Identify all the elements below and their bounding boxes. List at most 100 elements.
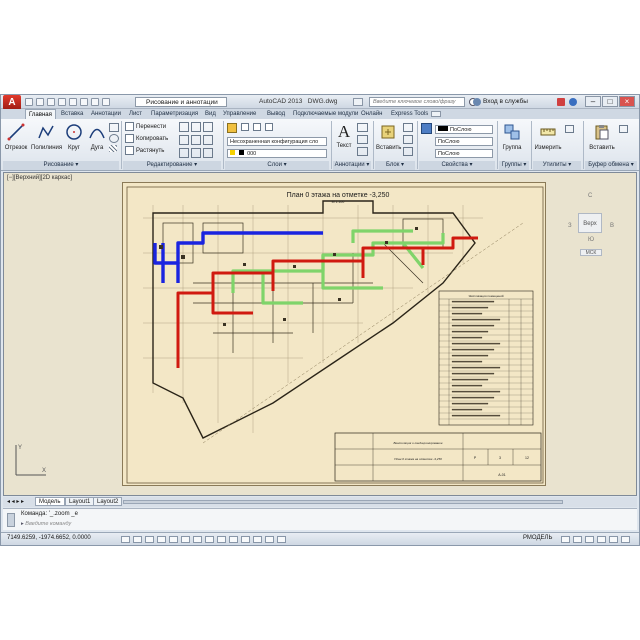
viewport-controls[interactable]: [−][Верхний][2D каркас] xyxy=(7,175,72,181)
exchange-icon[interactable] xyxy=(557,98,565,106)
layer-icon[interactable] xyxy=(253,123,261,131)
edit-block-icon[interactable] xyxy=(403,135,413,144)
undo-icon[interactable] xyxy=(80,98,88,106)
layers-panel-label[interactable]: Слои ▾ xyxy=(225,161,329,170)
quick-view-layouts-icon[interactable] xyxy=(561,536,570,543)
horizontal-scrollbar[interactable] xyxy=(123,500,563,504)
tab-insert[interactable]: Вставка xyxy=(61,109,83,119)
trim-icon[interactable] xyxy=(191,122,201,132)
linetype-select[interactable]: ПоСлою xyxy=(435,149,493,158)
insert-block-button[interactable]: Вставить xyxy=(376,121,401,157)
command-input[interactable]: ▸ Введите команду xyxy=(21,521,321,529)
arc-tool-button[interactable]: Дуга xyxy=(87,121,107,157)
stretch-button[interactable]: Растянуть xyxy=(125,146,164,155)
clean-screen-icon[interactable] xyxy=(621,536,630,543)
tab-parametric[interactable]: Параметризация xyxy=(151,109,198,119)
draw-panel-label[interactable]: Рисование ▾ xyxy=(3,161,119,170)
copy-clip-icon[interactable] xyxy=(619,125,628,133)
group-button[interactable]: Группа xyxy=(500,121,524,157)
tab-navigation-arrows[interactable]: ◂ ◂ ▸ ▸ xyxy=(7,498,24,505)
maximize-button[interactable]: □ xyxy=(602,96,618,107)
model-space-toggle[interactable]: РМОДЕЛЬ xyxy=(523,535,552,541)
line-tool-button[interactable]: Отрезок xyxy=(4,121,28,157)
modify-panel-label[interactable]: Редактирование ▾ xyxy=(123,161,221,170)
application-menu-button[interactable]: A xyxy=(3,95,21,110)
tab-model[interactable]: Модель xyxy=(35,497,65,506)
offset-icon[interactable] xyxy=(203,148,213,158)
color-select[interactable]: ПоСлою xyxy=(435,125,493,134)
selection-cycling-icon[interactable] xyxy=(277,536,286,543)
tab-view[interactable]: Вид xyxy=(205,109,216,119)
layer-icon[interactable] xyxy=(265,123,273,131)
leader-icon[interactable] xyxy=(357,135,368,144)
object-snap-tracking-icon[interactable] xyxy=(205,536,214,543)
lineweight-icon[interactable] xyxy=(241,536,250,543)
drawing-sheet[interactable]: План 0 этажа на отметке -3,250 М 1:100 Э… xyxy=(122,182,546,486)
tab-express-tools[interactable]: Express Tools xyxy=(391,109,428,119)
properties-panel-label[interactable]: Свойства ▾ xyxy=(419,161,495,170)
viewcube-north[interactable]: С xyxy=(588,193,592,199)
lineweight-select[interactable]: ПоСлою xyxy=(435,137,493,146)
ortho-mode-icon[interactable] xyxy=(157,536,166,543)
tab-annotate[interactable]: Аннотации xyxy=(91,109,121,119)
move-button[interactable]: Перенести xyxy=(125,122,166,131)
tab-output[interactable]: Вывод xyxy=(267,109,285,119)
viewcube-west[interactable]: З xyxy=(568,223,572,229)
viewcube[interactable]: С З В Верх Ю МСК xyxy=(564,193,624,269)
binoculars-icon[interactable] xyxy=(353,98,363,106)
layer-properties-icon[interactable] xyxy=(227,123,237,133)
annotation-panel-label[interactable]: Аннотации ▾ xyxy=(333,161,371,170)
annotation-scale-icon[interactable] xyxy=(585,536,594,543)
help-icon[interactable] xyxy=(569,98,577,106)
viewcube-top-face[interactable]: Верх xyxy=(578,213,602,233)
mirror-icon[interactable] xyxy=(179,135,189,145)
dynamic-input-icon[interactable] xyxy=(229,536,238,543)
array-icon[interactable] xyxy=(191,148,201,158)
3d-object-snap-icon[interactable] xyxy=(193,536,202,543)
ellipse-icon[interactable] xyxy=(109,134,119,143)
rectangle-icon[interactable] xyxy=(109,123,119,132)
erase-icon[interactable] xyxy=(203,122,213,132)
object-snap-icon[interactable] xyxy=(181,536,190,543)
current-layer-select[interactable]: 000 xyxy=(227,149,327,158)
layer-state-select[interactable]: Несохраненная конфигурация сло xyxy=(227,137,327,146)
ribbon-minimize-icon[interactable] xyxy=(431,111,441,117)
viewcube-east[interactable]: В xyxy=(610,223,614,229)
clipboard-panel-label[interactable]: Буфер обмена ▾ xyxy=(585,161,637,170)
circle-tool-button[interactable]: Круг xyxy=(64,121,84,157)
copy-button[interactable]: Копировать xyxy=(125,134,168,143)
minimize-button[interactable]: – xyxy=(585,96,601,107)
tab-plugins[interactable]: Подключаемые модули xyxy=(293,109,358,119)
explode-icon[interactable] xyxy=(203,135,213,145)
polar-tracking-icon[interactable] xyxy=(169,536,178,543)
utility-icon[interactable] xyxy=(565,125,574,133)
workspace-select[interactable]: Рисование и аннотации xyxy=(135,97,227,107)
rotate-icon[interactable] xyxy=(179,122,189,132)
utilities-panel-label[interactable]: Утилиты ▾ xyxy=(533,161,581,170)
layer-icon[interactable] xyxy=(241,123,249,131)
quick-properties-icon[interactable] xyxy=(265,536,274,543)
wcs-menu[interactable]: МСК xyxy=(580,249,602,256)
groups-panel-label[interactable]: Группы ▾ xyxy=(499,161,529,170)
measure-button[interactable]: Измерить xyxy=(534,121,562,157)
workspace-gear-icon[interactable] xyxy=(102,98,110,106)
command-line-grip-icon[interactable] xyxy=(7,513,15,527)
transparency-icon[interactable] xyxy=(253,536,262,543)
viewcube-south[interactable]: Ю xyxy=(588,237,594,243)
polyline-tool-button[interactable]: Полилиния xyxy=(31,121,62,157)
dynamic-ucs-icon[interactable] xyxy=(217,536,226,543)
create-block-icon[interactable] xyxy=(403,123,413,132)
infer-constraints-icon[interactable] xyxy=(121,536,130,543)
snap-mode-icon[interactable] xyxy=(133,536,142,543)
save-icon[interactable] xyxy=(47,98,55,106)
attribute-icon[interactable] xyxy=(403,147,413,156)
tab-online[interactable]: Онлайн xyxy=(361,109,382,119)
tab-layout2[interactable]: Layout2 xyxy=(93,497,123,506)
new-file-icon[interactable] xyxy=(25,98,33,106)
scale-icon[interactable] xyxy=(179,148,189,158)
text-tool-button[interactable]: A Текст xyxy=(334,121,354,157)
dimension-icon[interactable] xyxy=(357,123,368,132)
tab-layout[interactable]: Лист xyxy=(129,109,142,119)
open-file-icon[interactable] xyxy=(36,98,44,106)
fillet-icon[interactable] xyxy=(191,135,201,145)
